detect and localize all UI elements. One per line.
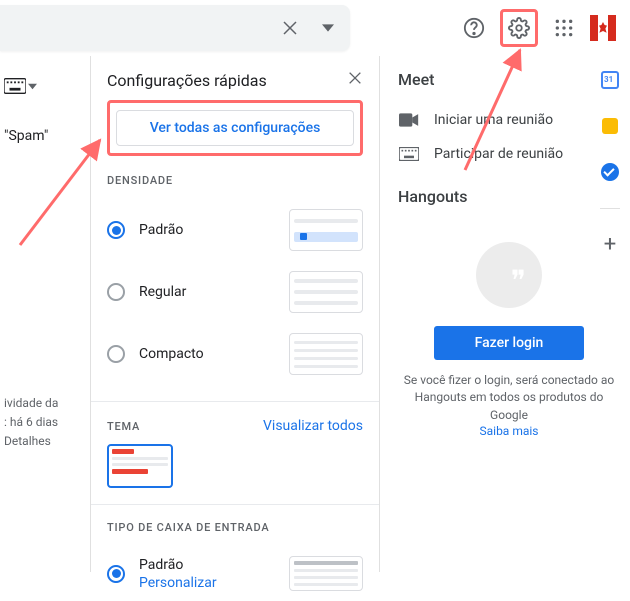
see-all-settings-button[interactable]: Ver todas as configurações	[116, 110, 354, 146]
close-icon[interactable]	[347, 70, 363, 90]
top-bar	[0, 0, 630, 56]
main-area: "Spam" ividade da : há 6 dias Detalhes C…	[0, 56, 630, 572]
learn-more-link[interactable]: Saiba mais	[480, 424, 539, 438]
calendar-icon[interactable]	[600, 70, 620, 90]
density-option-compact[interactable]: Compacto	[107, 323, 363, 385]
quick-settings-title: Configurações rápidas	[107, 71, 267, 90]
login-button[interactable]: Fazer login	[434, 326, 584, 360]
add-addon-icon[interactable]: +	[600, 235, 620, 255]
meet-join-meeting[interactable]: Participar de reunião	[398, 137, 620, 171]
quick-settings-panel: Configurações rápidas Ver todas as confi…	[90, 56, 380, 572]
input-tools-icon[interactable]	[4, 74, 44, 98]
activity-line-2: : há 6 dias	[4, 413, 90, 432]
theme-thumbnail[interactable]	[107, 444, 173, 488]
density-preview-default	[289, 209, 363, 251]
density-label: Regular	[139, 284, 186, 300]
density-option-regular[interactable]: Regular	[107, 261, 363, 323]
density-label: Padrão	[139, 222, 183, 238]
activity-line-1: ividade da	[4, 394, 90, 413]
left-partial-column: "Spam" ividade da : há 6 dias Detalhes	[0, 56, 90, 572]
inbox-option-default[interactable]: Padrão Personalizar	[107, 546, 363, 601]
video-icon	[398, 109, 420, 131]
density-header: DENSIDADE	[107, 174, 363, 187]
apps-icon[interactable]	[552, 16, 576, 40]
radio-icon[interactable]	[107, 283, 125, 301]
settings-icon[interactable]	[507, 16, 531, 40]
view-all-themes-link[interactable]: Visualizar todos	[263, 418, 363, 434]
search-box[interactable]	[0, 5, 350, 51]
radio-icon[interactable]	[107, 345, 125, 363]
dropdown-icon[interactable]	[316, 16, 340, 40]
keep-icon[interactable]	[600, 116, 620, 136]
inbox-option-label: Padrão	[139, 557, 217, 573]
meet-join-label: Participar de reunião	[434, 146, 563, 162]
hangouts-box: ❞ Fazer login Se você fizer o login, ser…	[398, 230, 620, 438]
tasks-icon[interactable]	[600, 162, 620, 182]
inbox-preview	[289, 556, 363, 591]
radio-selected-icon[interactable]	[107, 565, 125, 583]
activity-info: ividade da : há 6 dias Detalhes	[4, 394, 90, 452]
top-icons	[462, 9, 630, 47]
density-preview-regular	[289, 271, 363, 313]
radio-selected-icon[interactable]	[107, 221, 125, 239]
keyboard-icon	[398, 143, 420, 165]
help-icon[interactable]	[462, 16, 486, 40]
density-label: Compacto	[139, 346, 204, 362]
see-all-highlight: Ver todas as configurações	[107, 100, 363, 156]
meet-new-meeting[interactable]: Iniciar uma reunião	[398, 103, 620, 137]
meet-new-label: Iniciar uma reunião	[434, 112, 553, 128]
side-rail: +	[590, 70, 630, 255]
inbox-type-header: TIPO DE CAIXA DE ENTRADA	[107, 521, 363, 534]
hangouts-avatar-icon: ❞	[476, 242, 542, 308]
login-info-text: Se você fizer o login, será conectado ao…	[398, 372, 620, 424]
hangouts-header: Hangouts	[398, 187, 620, 206]
theme-header: TEMA	[107, 420, 140, 433]
density-option-default[interactable]: Padrão	[107, 199, 363, 261]
density-preview-compact	[289, 333, 363, 375]
meet-header: Meet	[398, 70, 620, 89]
clear-icon[interactable]	[278, 16, 302, 40]
spam-label: "Spam"	[4, 128, 90, 144]
canada-flag-icon[interactable]	[590, 15, 616, 41]
activity-details-link[interactable]: Detalhes	[4, 432, 90, 451]
settings-gear-highlight	[500, 9, 538, 47]
personalize-link[interactable]: Personalizar	[139, 575, 217, 591]
